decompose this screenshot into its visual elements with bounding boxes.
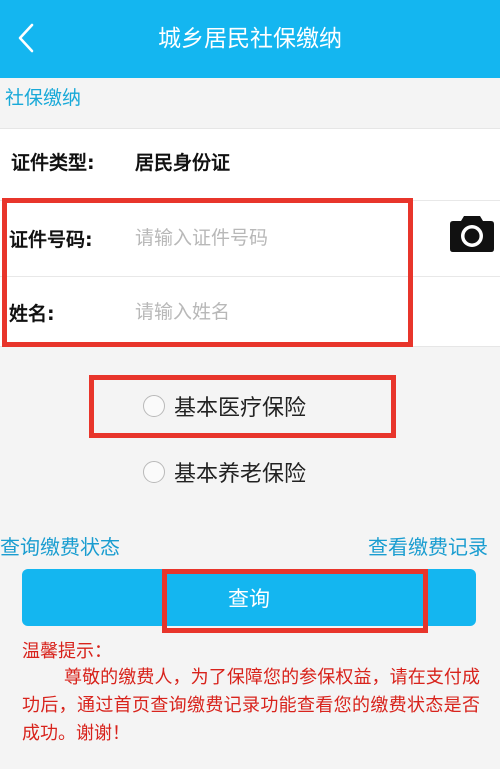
camera-button[interactable]	[448, 208, 496, 256]
medical-insurance-option[interactable]: 基本医疗保险	[143, 390, 306, 422]
camera-icon	[450, 216, 494, 252]
tip-body: 尊敬的缴费人，为了保障您的参保权益，请在支付成功后，通过首页查询缴费记录功能查看…	[22, 667, 480, 744]
name-row: 姓名:	[0, 278, 500, 346]
id-type-value[interactable]: 居民身份证	[135, 148, 230, 175]
medical-insurance-label: 基本医疗保险	[174, 396, 307, 421]
query-button[interactable]: 查询	[22, 569, 476, 626]
row-divider	[0, 276, 500, 277]
id-number-label: 证件号码:	[9, 228, 93, 251]
identity-form: 证件类型: 居民身份证 证件号码: 姓名:	[0, 128, 500, 347]
row-divider	[0, 200, 500, 201]
id-number-input[interactable]	[135, 227, 375, 249]
app-header: 城乡居民社保缴纳	[0, 0, 500, 78]
id-type-label: 证件类型:	[11, 152, 95, 174]
radio-button[interactable]	[143, 461, 165, 483]
pension-insurance-option[interactable]: 基本养老保险	[143, 456, 306, 488]
query-status-link[interactable]: 查询缴费状态	[0, 531, 120, 560]
id-type-row[interactable]: 证件类型: 居民身份证	[0, 129, 500, 194]
name-label: 姓名:	[9, 302, 55, 325]
tip-title: 温馨提示：	[22, 641, 112, 662]
radio-button[interactable]	[143, 395, 165, 417]
page-title: 城乡居民社保缴纳	[158, 26, 342, 52]
section-label: 社保缴纳	[5, 87, 82, 109]
name-input[interactable]	[135, 301, 375, 323]
view-records-link[interactable]: 查看缴费记录	[368, 531, 488, 560]
id-number-row: 证件号码:	[0, 203, 500, 273]
pension-insurance-label: 基本养老保险	[174, 462, 307, 487]
